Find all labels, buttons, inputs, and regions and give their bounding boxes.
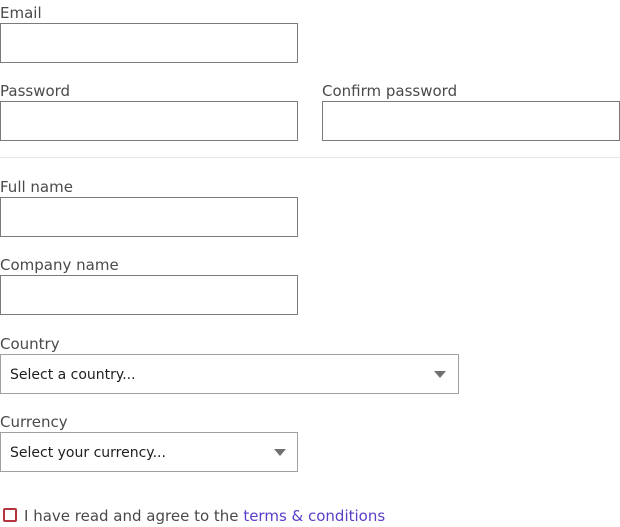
password-field[interactable] xyxy=(0,101,298,141)
confirm-password-label: Confirm password xyxy=(322,82,458,100)
country-label: Country xyxy=(0,335,60,353)
chevron-down-icon xyxy=(274,449,286,456)
email-field[interactable] xyxy=(0,23,298,63)
full-name-label: Full name xyxy=(0,178,73,196)
chevron-down-icon xyxy=(434,371,446,378)
confirm-password-field[interactable] xyxy=(322,101,620,141)
currency-select[interactable]: Select your currency... xyxy=(0,432,298,472)
full-name-field[interactable] xyxy=(0,197,298,237)
terms-text: I have read and agree to the xyxy=(24,507,239,525)
currency-label: Currency xyxy=(0,413,68,431)
company-name-field[interactable] xyxy=(0,275,298,315)
company-name-label: Company name xyxy=(0,256,119,274)
email-label: Email xyxy=(0,4,42,22)
terms-statement: I have read and agree to the terms & con… xyxy=(24,507,385,525)
currency-select-value: Select your currency... xyxy=(10,445,166,461)
country-select-value: Select a country... xyxy=(10,367,136,383)
section-divider xyxy=(0,157,620,158)
terms-checkbox[interactable] xyxy=(3,508,17,522)
password-label: Password xyxy=(0,82,71,100)
terms-link[interactable]: terms & conditions xyxy=(243,507,385,525)
country-select[interactable]: Select a country... xyxy=(0,354,459,394)
